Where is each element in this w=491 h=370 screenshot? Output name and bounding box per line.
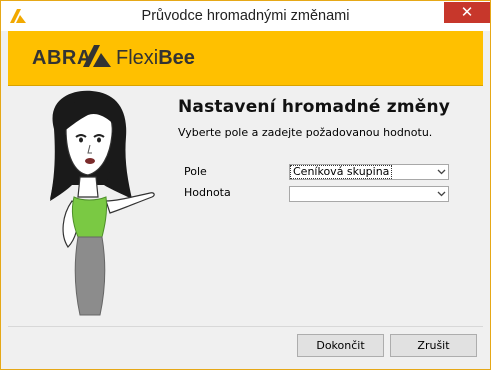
close-button[interactable]: ✕ [444,2,490,23]
title-bar[interactable]: Průvodce hromadnými změnami ✕ [1,1,490,31]
pole-select[interactable]: Ceníková skupina [289,164,449,180]
wizard-window: Průvodce hromadnými změnami ✕ ABRA Flexi… [0,0,491,370]
cancel-button[interactable]: Zrušit [390,334,477,357]
window-title: Průvodce hromadnými změnami [141,8,350,24]
page-subtitle: Vyberte pole a zadejte požadovanou hodno… [178,126,433,139]
brand-banner: ABRA FlexiBee [8,31,483,86]
pole-select-value: Ceníková skupina [289,165,393,179]
wizard-content: Nastavení hromadné změny Vyberte pole a … [8,87,483,325]
hodnota-select[interactable] [289,186,449,202]
chevron-down-icon[interactable] [434,165,448,179]
mascot-illustration [50,90,155,316]
chevron-down-icon[interactable] [434,187,448,201]
finish-button[interactable]: Dokončit [297,334,384,357]
page-heading: Nastavení hromadné změny [178,97,451,117]
field-label-pole: Pole [184,165,207,178]
abra-logo-mark-icon [83,45,111,67]
field-label-hodnota: Hodnota [184,186,231,199]
hodnota-select-value [291,188,295,200]
logo-flexibee-text: FlexiBee [116,47,195,69]
footer-divider [8,326,483,327]
